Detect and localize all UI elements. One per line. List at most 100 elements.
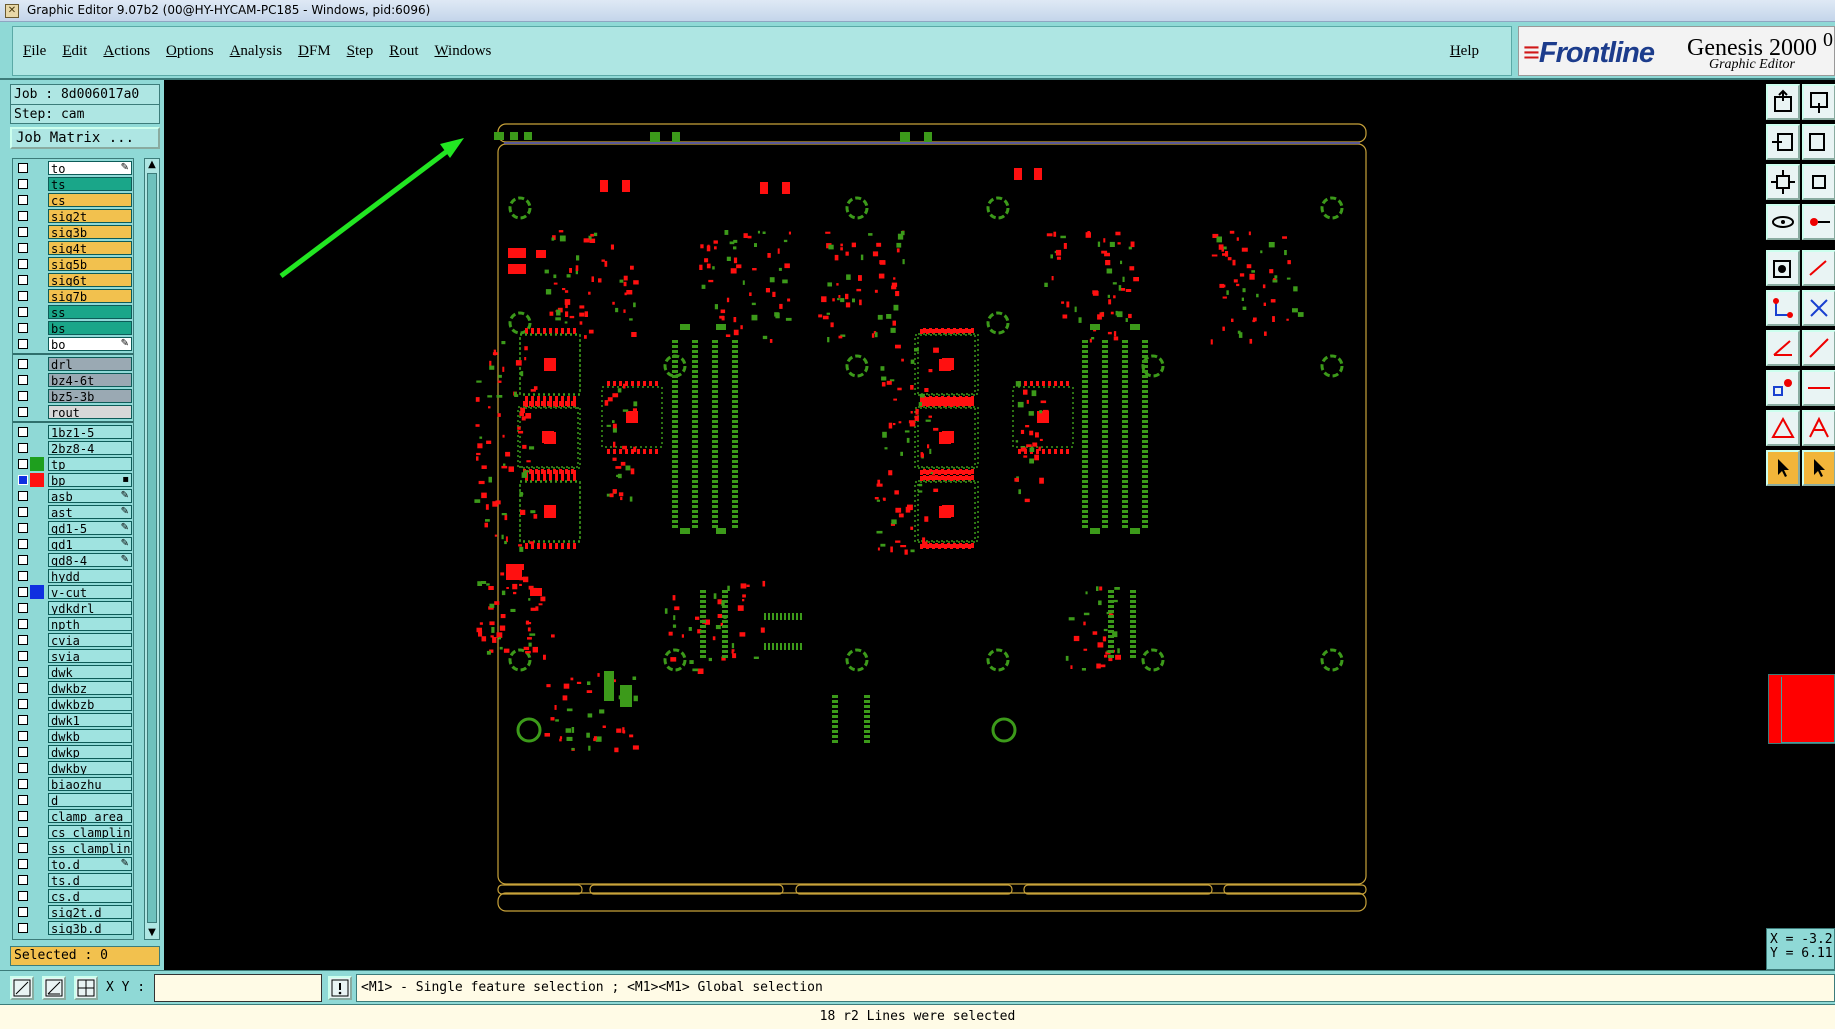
- layer-name[interactable]: 1bz1-5: [48, 425, 132, 439]
- layer-row[interactable]: to.d ✎: [13, 857, 133, 871]
- layer-row[interactable]: cs.d: [13, 889, 133, 903]
- layer-name[interactable]: bs: [48, 321, 132, 335]
- menu-help[interactable]: Help: [1450, 43, 1479, 60]
- layer-checkbox[interactable]: [18, 891, 28, 901]
- layer-row[interactable]: cs: [13, 193, 133, 207]
- layer-name[interactable]: bz4-6t: [48, 373, 132, 387]
- layer-name[interactable]: dwkbz: [48, 681, 132, 695]
- layer-name[interactable]: npth: [48, 617, 132, 631]
- menu-file[interactable]: File: [23, 43, 46, 60]
- layer-name[interactable]: clamp_area: [48, 809, 132, 823]
- layer-name[interactable]: cs.d: [48, 889, 132, 903]
- dimension-tool-button[interactable]: [1802, 370, 1835, 406]
- layer-name[interactable]: sig5b: [48, 257, 132, 271]
- layer-row[interactable]: sig2t: [13, 209, 133, 223]
- scroll-thumb[interactable]: [147, 173, 157, 923]
- layer-checkbox[interactable]: [18, 291, 28, 301]
- layer-row[interactable]: cvia: [13, 633, 133, 647]
- layer-name[interactable]: dwk1: [48, 713, 132, 727]
- layer-checkbox[interactable]: [18, 875, 28, 885]
- layer-checkbox[interactable]: [18, 731, 28, 741]
- layer-name[interactable]: ss: [48, 305, 132, 319]
- layer-name[interactable]: gd1 ✎: [48, 537, 132, 551]
- layer-row[interactable]: 2bz8-4: [13, 441, 133, 455]
- scroll-up-icon[interactable]: ▲: [147, 160, 157, 170]
- layer-row[interactable]: asb ✎: [13, 489, 133, 503]
- layer-name[interactable]: ydkdrl: [48, 601, 132, 615]
- layer-row[interactable]: ts.d: [13, 873, 133, 887]
- layer-row[interactable]: sig6t: [13, 273, 133, 287]
- layer-checkbox[interactable]: [18, 827, 28, 837]
- layer-name[interactable]: svia: [48, 649, 132, 663]
- layer-checkbox[interactable]: [18, 459, 28, 469]
- layer-checkbox[interactable]: [18, 635, 28, 645]
- layer-name[interactable]: v-cut: [48, 585, 132, 599]
- layer-row[interactable]: bz4-6t: [13, 373, 133, 387]
- layer-checkbox[interactable]: [18, 859, 28, 869]
- layer-row[interactable]: tp: [13, 457, 133, 471]
- layer-checkbox[interactable]: [18, 211, 28, 221]
- select-alt-tool-button[interactable]: [1802, 450, 1835, 486]
- text-tool-button[interactable]: [1802, 410, 1835, 446]
- layer-name[interactable]: cvia: [48, 633, 132, 647]
- layer-name[interactable]: dwkp: [48, 745, 132, 759]
- layer-name[interactable]: to ✎: [48, 161, 132, 175]
- fit-screen-button[interactable]: [1766, 164, 1800, 200]
- layer-checkbox[interactable]: [18, 523, 28, 533]
- layer-row[interactable]: bo ✎: [13, 337, 133, 351]
- layer-checkbox[interactable]: [18, 699, 28, 709]
- pan-right-button[interactable]: [1802, 124, 1835, 160]
- layer-row[interactable]: sig3b.d: [13, 921, 133, 935]
- layer-checkbox[interactable]: [18, 923, 28, 933]
- layer-row[interactable]: biaozhu: [13, 777, 133, 791]
- layer-checkbox[interactable]: [18, 779, 28, 789]
- layer-row[interactable]: npth: [13, 617, 133, 631]
- layer-checkbox[interactable]: [18, 407, 28, 417]
- layer-checkbox[interactable]: [18, 683, 28, 693]
- layer-row[interactable]: sig7b: [13, 289, 133, 303]
- layer-row[interactable]: clamp_area: [13, 809, 133, 823]
- layer-name[interactable]: sig2t.d: [48, 905, 132, 919]
- layer-name[interactable]: sig4t: [48, 241, 132, 255]
- layer-name[interactable]: dwk: [48, 665, 132, 679]
- layer-name[interactable]: cs: [48, 193, 132, 207]
- layer-row[interactable]: rout: [13, 405, 133, 419]
- view-options-button[interactable]: [1766, 204, 1800, 240]
- xy-input[interactable]: [154, 974, 322, 1002]
- layer-name[interactable]: gd1-5 ✎: [48, 521, 132, 535]
- grid-button[interactable]: [74, 976, 98, 1000]
- layer-checkbox[interactable]: [18, 359, 28, 369]
- layer-name[interactable]: bz5-3b: [48, 389, 132, 403]
- layer-checkbox[interactable]: [18, 843, 28, 853]
- layer-row[interactable]: 1bz1-5: [13, 425, 133, 439]
- layer-name[interactable]: cs_clampline: [48, 825, 132, 839]
- layer-name[interactable]: tp: [48, 457, 132, 471]
- layer-checkbox[interactable]: [18, 539, 28, 549]
- layer-row[interactable]: drl: [13, 357, 133, 371]
- scroll-down-icon[interactable]: ▼: [147, 928, 157, 938]
- layer-checkbox[interactable]: [18, 475, 28, 485]
- menu-windows[interactable]: Windows: [434, 43, 491, 60]
- layer-row[interactable]: bp ▪: [13, 473, 133, 487]
- layer-name[interactable]: ss_clampline: [48, 841, 132, 855]
- layer-checkbox[interactable]: [18, 587, 28, 597]
- layer-checkbox[interactable]: [18, 323, 28, 333]
- connect-tool-button[interactable]: [1766, 290, 1800, 326]
- triangle-tool-button[interactable]: [1766, 410, 1800, 446]
- layer-row[interactable]: bs: [13, 321, 133, 335]
- menu-rout[interactable]: Rout: [389, 43, 418, 60]
- layer-checkbox[interactable]: [18, 163, 28, 173]
- layer-row[interactable]: dwkbzb: [13, 697, 133, 711]
- menu-analysis[interactable]: Analysis: [230, 43, 283, 60]
- layer-name[interactable]: dwkbzb: [48, 697, 132, 711]
- layer-checkbox[interactable]: [18, 667, 28, 677]
- zoom-out-button[interactable]: [1802, 84, 1835, 120]
- layer-name[interactable]: ts: [48, 177, 132, 191]
- layer-name[interactable]: rout: [48, 405, 132, 419]
- layer-row[interactable]: sig4t: [13, 241, 133, 255]
- layer-checkbox[interactable]: [18, 651, 28, 661]
- layer-checkbox[interactable]: [18, 375, 28, 385]
- layer-name[interactable]: bp ▪: [48, 473, 132, 487]
- layer-row[interactable]: ydkdrl: [13, 601, 133, 615]
- menu-actions[interactable]: Actions: [103, 43, 150, 60]
